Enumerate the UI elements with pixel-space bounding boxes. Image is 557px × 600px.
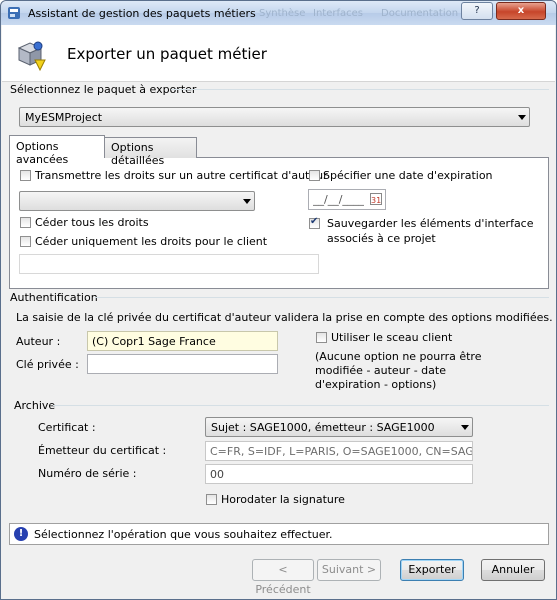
app-icon <box>8 7 20 19</box>
transmit-rights-label: Transmettre les droits sur un autre cert… <box>35 169 328 182</box>
tab-label: Options détaillées <box>111 141 165 167</box>
chevron-down-icon <box>243 199 251 204</box>
client-seal-checkbox[interactable] <box>316 332 327 343</box>
archive-group-label: Archive <box>14 399 56 412</box>
client-seal-note: modifiée - auteur - date <box>315 364 446 377</box>
serial-number-label: Numéro de série : <box>38 467 137 480</box>
author-field[interactable]: (C) Copr1 Sage France <box>87 331 278 351</box>
author-certificate-select[interactable] <box>19 191 255 211</box>
client-field[interactable] <box>19 254 319 274</box>
info-icon: ! <box>14 527 28 541</box>
background-tab-text: Synthèse <box>259 8 306 19</box>
serial-number-field: 00 <box>205 464 473 484</box>
expiration-date-checkbox[interactable] <box>309 170 320 181</box>
save-ui-elements-checkbox[interactable] <box>309 216 320 229</box>
issuer-label: Émetteur du certificat : <box>38 444 167 457</box>
calendar-icon[interactable]: 31 <box>370 193 382 205</box>
tab-advanced-options[interactable]: Options avancées <box>9 135 105 166</box>
private-key-field[interactable] <box>87 354 278 374</box>
authentication-description: La saisie de la clé privée du certificat… <box>16 311 553 324</box>
cede-all-rights-label: Céder tous les droits <box>35 216 149 229</box>
group-divider <box>171 89 549 90</box>
client-seal-note: (Aucune option ne pourra être <box>315 350 482 363</box>
client-seal-note: d'expiration - options) <box>315 378 437 391</box>
window-title: Assistant de gestion des paquets métiers <box>28 7 256 20</box>
title-bar[interactable]: Assistant de gestion des paquets métiers… <box>1 1 556 25</box>
package-export-icon <box>17 41 46 72</box>
export-button[interactable]: Exporter <box>400 559 464 581</box>
certificate-label: Certificat : <box>38 421 96 434</box>
package-select[interactable]: MyESMProject <box>19 107 530 127</box>
package-select-value: MyESMProject <box>25 111 103 124</box>
background-tab-text: Documentation <box>381 8 459 19</box>
tab-detailed-options[interactable]: Options détaillées <box>104 137 197 167</box>
cede-client-rights-label: Céder uniquement les droits pour le clie… <box>35 235 268 248</box>
previous-button[interactable]: < Précédent <box>252 559 314 596</box>
group-divider <box>53 405 549 406</box>
expiration-date-label: Spécifier une date d'expiration <box>323 169 493 182</box>
private-key-label: Clé privée : <box>16 358 79 371</box>
issuer-field: C=FR, S=IDF, L=PARIS, O=SAGE1000, CN=SAG… <box>205 441 473 461</box>
select-package-label: Sélectionnez le paquet à exporter <box>10 83 197 96</box>
timestamp-signature-checkbox[interactable] <box>206 494 217 505</box>
group-divider <box>95 297 549 298</box>
help-button[interactable]: ? <box>461 2 493 20</box>
transmit-rights-checkbox[interactable] <box>20 170 31 181</box>
archive-certificate-select[interactable]: Sujet : SAGE1000, émetteur : SAGE1000 <box>205 417 473 437</box>
serial-number-value: 00 <box>210 468 224 481</box>
archive-certificate-value: Sujet : SAGE1000, émetteur : SAGE1000 <box>211 421 435 434</box>
cede-all-rights-checkbox[interactable] <box>20 217 31 228</box>
author-value: (C) Copr1 Sage France <box>92 335 216 348</box>
background-tab-text: Interfaces <box>313 8 363 19</box>
wizard-header: Exporter un paquet métier <box>2 25 555 82</box>
cede-client-rights-checkbox[interactable] <box>20 236 31 247</box>
wizard-window: Assistant de gestion des paquets métiers… <box>0 0 557 600</box>
expiration-date-value: __/__/____ <box>313 193 365 206</box>
page-title: Exporter un paquet métier <box>67 45 267 63</box>
author-label: Auteur : <box>16 335 61 348</box>
status-bar: ! Sélectionnez l'opération que vous souh… <box>9 523 549 545</box>
close-button[interactable]: x <box>496 2 546 20</box>
expiration-date-field[interactable]: __/__/____ 31 <box>308 189 386 210</box>
status-message: Sélectionnez l'opération que vous souhai… <box>34 528 333 541</box>
save-ui-elements-label-line2: associés à ce projet <box>327 232 436 245</box>
tab-label: Options avancées <box>16 140 69 166</box>
chevron-down-icon <box>461 425 469 430</box>
authentication-group-label: Authentification <box>10 291 98 304</box>
cancel-button[interactable]: Annuler <box>481 559 545 581</box>
save-ui-elements-label: Sauvegarder les éléments d'interface <box>327 217 534 230</box>
issuer-value: C=FR, S=IDF, L=PARIS, O=SAGE1000, CN=SAG… <box>210 445 472 458</box>
client-seal-label: Utiliser le sceau client <box>331 331 453 344</box>
next-button[interactable]: Suivant > <box>317 559 381 581</box>
timestamp-signature-label: Horodater la signature <box>221 493 345 506</box>
chevron-down-icon <box>518 115 526 120</box>
